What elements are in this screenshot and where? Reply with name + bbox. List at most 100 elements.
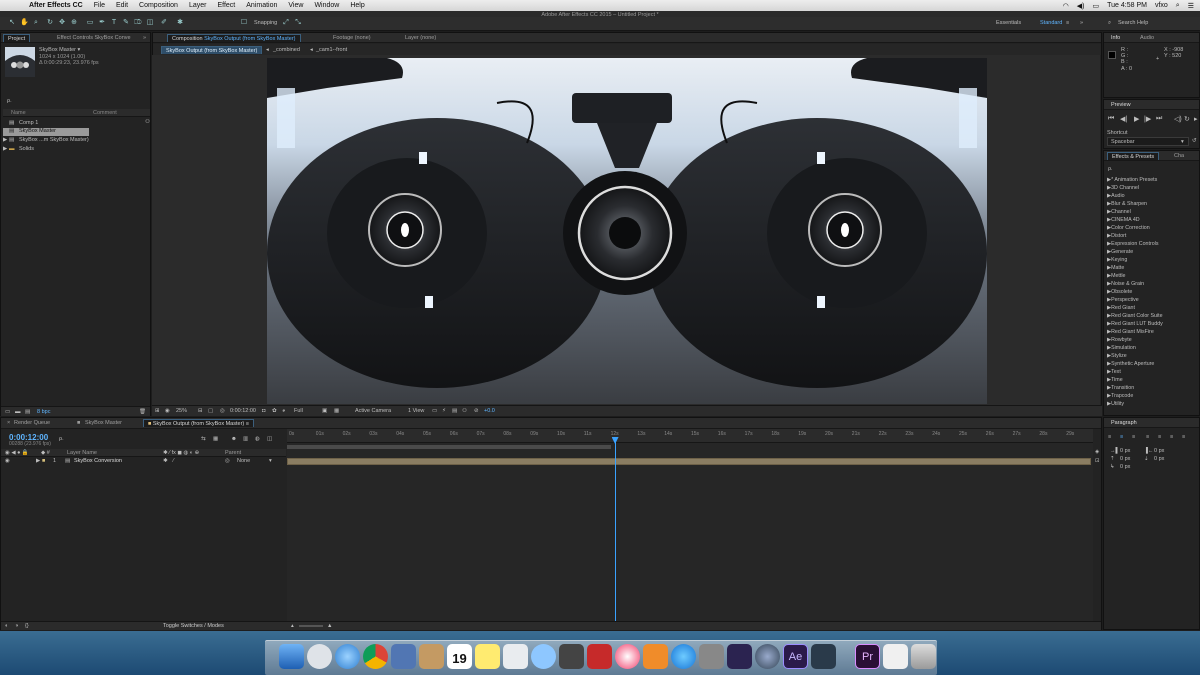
mute-audio-icon[interactable]: ◁) (1174, 115, 1182, 123)
launchpad-icon[interactable] (307, 644, 332, 669)
tab-layer[interactable]: Layer (none) (401, 34, 440, 42)
exposure-value[interactable]: +0.0 (484, 408, 495, 414)
snapping-checkbox-icon[interactable]: ☐ (240, 19, 248, 27)
space-after-value[interactable]: 0 px (1154, 456, 1164, 462)
pan-behind-tool-icon[interactable]: ⊕ (70, 19, 78, 27)
zoom-tool-icon[interactable]: ⌕ (32, 19, 40, 27)
collapse-switch-icon[interactable]: ✱ (163, 458, 168, 464)
list-item[interactable]: ▶ ▤ SkyBox ...m SkyBox Master) (3, 137, 149, 145)
always-preview-icon[interactable]: ⊞ (155, 408, 160, 414)
layer-switches-icon[interactable]: ◐ (5, 623, 8, 629)
time-ruler[interactable]: 0s 01s 02s 03s 04s 05s 06s 07s 08s 09s 10s 11s 12s 13… (287, 429, 1093, 443)
chrome-icon[interactable] (363, 644, 388, 669)
zoom-dropdown[interactable]: 25% (176, 408, 187, 414)
transfer-controls-icon[interactable]: ◑ (15, 623, 18, 629)
effect-category-item[interactable]: ▶Distort (1107, 233, 1126, 239)
toggle-switches-modes[interactable]: Toggle Switches / Modes (163, 623, 224, 629)
puppet-tool-icon[interactable]: ✱ (176, 19, 184, 27)
rectangle-tool-icon[interactable]: ▭ (86, 19, 94, 27)
time-graph[interactable]: 0s 01s 02s 03s 04s 05s 06s 07s 08s 09s 10s 11s 12s 13… (287, 429, 1093, 629)
graph-editor-icon[interactable]: ◫ (267, 436, 272, 442)
effect-category-item[interactable]: ▶Stylize (1107, 353, 1127, 359)
workspace-menu-icon[interactable]: ≡ (1066, 20, 1069, 26)
tab-skybox-master[interactable]: SkyBox Master (81, 419, 126, 427)
snap-options-icon[interactable]: ⤢ (282, 19, 290, 27)
search-help-field[interactable]: Search Help (1118, 20, 1148, 26)
list-item-selected[interactable]: ▤ SkyBox Master (3, 128, 89, 136)
new-folder-icon[interactable]: ▬ (15, 409, 21, 415)
next-frame-icon[interactable]: |▶ (1144, 115, 1151, 123)
tab-character[interactable]: Cha (1170, 152, 1188, 160)
first-frame-icon[interactable]: ⏮ (1108, 115, 1114, 123)
contacts-icon[interactable] (419, 644, 444, 669)
camera-snapshot-icon[interactable]: ◘ (262, 408, 265, 414)
chevron-down-icon[interactable]: ▾ (269, 458, 272, 464)
last-frame-icon[interactable]: ⏭ (1156, 115, 1162, 123)
menu-window[interactable]: Window (314, 2, 339, 9)
effect-category-item[interactable]: ▶Red Giant (1107, 305, 1135, 311)
space-before-value[interactable]: 0 px (1120, 456, 1130, 462)
effect-category-item[interactable]: ▶Text (1107, 369, 1121, 375)
zoom-out-icon[interactable]: ▴ (291, 623, 294, 629)
effect-category-item[interactable]: ▶Generate (1107, 249, 1133, 255)
calendar-icon[interactable]: 19 (447, 644, 472, 669)
snapping-label[interactable]: Snapping (254, 20, 277, 26)
effect-category-item[interactable]: ▶Blur & Sharpen (1107, 201, 1147, 207)
tab-info[interactable]: Info (1107, 34, 1124, 42)
effect-category-item[interactable]: ▶Obsolete (1107, 289, 1132, 295)
menu-edit[interactable]: Edit (116, 2, 128, 9)
premiere-icon[interactable]: Pr (855, 644, 880, 669)
ibooks-icon[interactable] (643, 644, 668, 669)
flow-item-output[interactable]: SkyBox Output (from SkyBox Master) (161, 46, 263, 54)
notes-icon[interactable] (475, 644, 500, 669)
after-effects-icon[interactable]: Ae (783, 644, 808, 669)
workspace-overflow-icon[interactable]: » (1080, 20, 1083, 26)
comp-viewer[interactable] (152, 55, 1100, 405)
tab-project[interactable]: Project (3, 34, 31, 42)
snapshot-icon[interactable]: ◎ (220, 408, 225, 414)
app-menu[interactable]: After Effects CC (29, 2, 83, 9)
zoom-slider[interactable] (299, 625, 323, 627)
mask-visibility-icon[interactable]: ▢ (208, 408, 213, 414)
justify-left-icon[interactable]: ≡ (1146, 434, 1149, 440)
safari-icon[interactable] (335, 644, 360, 669)
layer-parent[interactable]: None (237, 458, 250, 464)
clock[interactable]: Tue 4:58 PM (1107, 2, 1147, 9)
clone-stamp-tool-icon[interactable]: ⎄ (134, 19, 142, 27)
frame-blending-icon[interactable]: ▥ (243, 436, 248, 442)
preview-app-icon[interactable] (391, 644, 416, 669)
indent-right-value[interactable]: 0 px (1154, 448, 1164, 454)
effect-category-item[interactable]: ▶Time (1107, 377, 1123, 383)
label-color-icon[interactable]: ■ (42, 458, 45, 464)
justify-right-icon[interactable]: ≡ (1170, 434, 1173, 440)
first-line-indent-value[interactable]: 0 px (1120, 464, 1130, 470)
battery-icon[interactable]: ▭ (1093, 2, 1100, 10)
effect-category-item[interactable]: ▶Noise & Grain (1107, 281, 1144, 287)
effect-category-item[interactable]: ▶Transition (1107, 385, 1134, 391)
tab-composition[interactable]: Composition SkyBox Output (from SkyBox M… (167, 34, 301, 42)
app-store-icon[interactable] (671, 644, 696, 669)
effect-category-item[interactable]: ▶Keying (1107, 257, 1127, 263)
search-help-icon[interactable]: ⌕ (1108, 20, 1111, 27)
loop-icon[interactable]: ↻ (1184, 115, 1190, 123)
spotlight-icon[interactable]: ⌕ (1176, 2, 1180, 10)
snap-extend-icon[interactable]: ⤡ (294, 19, 302, 27)
shy-icon[interactable]: ☻ (231, 436, 237, 442)
tab-render-queue[interactable]: Render Queue (10, 419, 54, 427)
tab-effect-controls[interactable]: Effect Controls SkyBox Conve (53, 34, 135, 42)
current-time-display[interactable]: 0:00:12:00 (230, 408, 256, 414)
reset-icon[interactable]: ↺ (1192, 138, 1197, 144)
notification-icon[interactable]: ☰ (1188, 2, 1194, 10)
motion-blur-icon[interactable]: ◍ (255, 436, 260, 442)
toggle-pixel-aspect-icon[interactable]: ▭ (432, 408, 437, 414)
new-comp-icon[interactable]: ▤ (25, 409, 30, 415)
effect-category-item[interactable]: ▶Perspective (1107, 297, 1139, 303)
align-right-icon[interactable]: ≡ (1132, 434, 1135, 440)
reminders-icon[interactable] (503, 644, 528, 669)
finder-icon[interactable] (279, 644, 304, 669)
panel-overflow-icon[interactable]: » (139, 34, 150, 42)
flow-item-cam1-front[interactable]: _cam1--front (316, 47, 347, 53)
rotate-tool-icon[interactable]: ↻ (46, 19, 54, 27)
effect-category-item[interactable]: ▶Red Giant LUT Buddy (1107, 321, 1163, 327)
effect-category-item[interactable]: ▶Red Giant Color Suite (1107, 313, 1163, 319)
